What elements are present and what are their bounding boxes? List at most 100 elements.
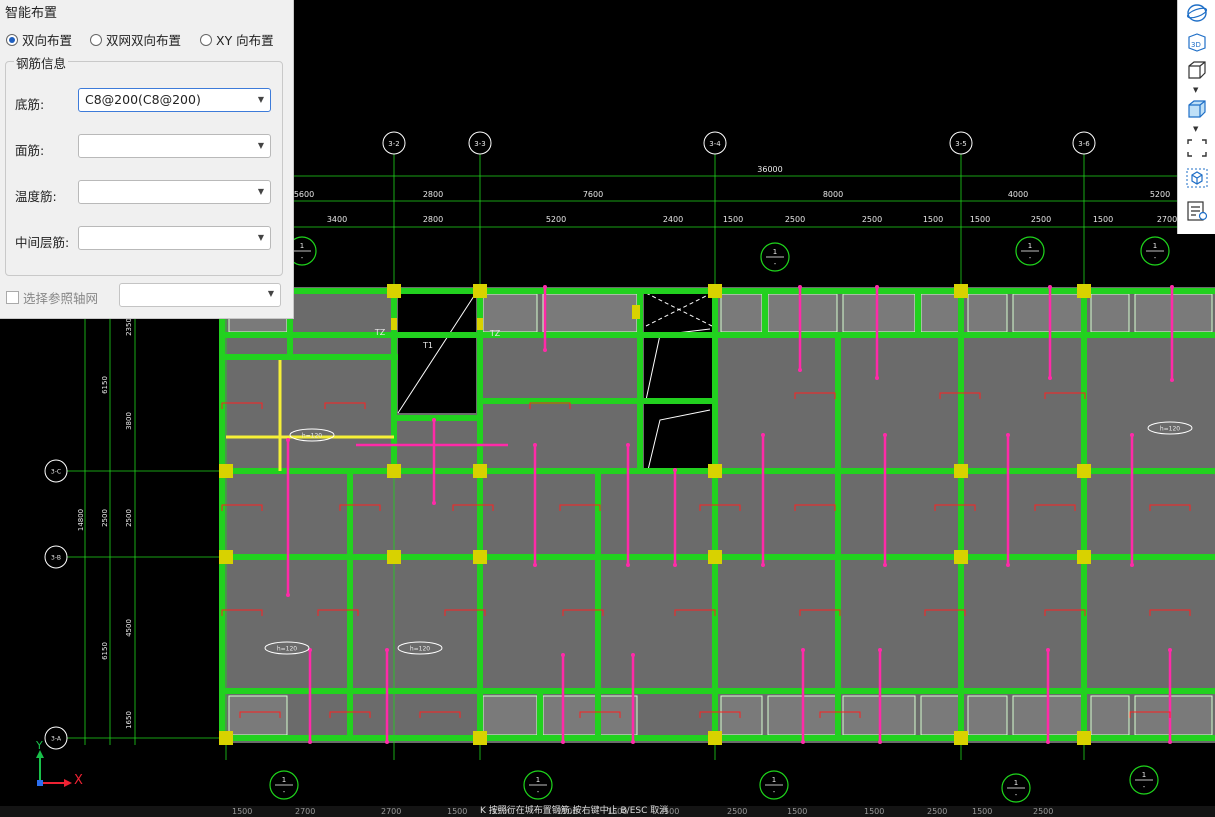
isometric-icon[interactable] [1185, 167, 1209, 189]
temp-rebar-select[interactable]: ▼ [78, 180, 271, 204]
section-mark-number: 1 [282, 776, 286, 784]
rebar-end [561, 740, 565, 744]
section-mark-number: 1 [1142, 771, 1146, 779]
bottom-dimension: 1500 [447, 807, 468, 816]
chevron-down-icon: ▼ [257, 141, 264, 150]
checkbox-box[interactable] [6, 291, 19, 304]
rebar-end [626, 443, 630, 447]
rebar-end [286, 593, 290, 597]
axis-bubble-label: 3-B [51, 555, 61, 562]
column [954, 550, 968, 564]
radio-xy[interactable]: XY 向布置 [200, 30, 274, 49]
dimension-row2: 2800 [423, 215, 443, 224]
ucs-x-arrow [64, 779, 72, 787]
rebar-end [1170, 285, 1174, 289]
hatched-slab [1090, 695, 1130, 736]
ref-grid-select[interactable]: ▼ [119, 283, 281, 307]
rebar-end [673, 563, 677, 567]
zoom-extents-icon[interactable] [1185, 137, 1209, 159]
bottom-rebar-value: C8@200(C8@200) [85, 92, 201, 107]
bottom-rebar-select[interactable]: C8@200(C8@200) ▼ [78, 88, 271, 112]
dimension-row2: 2500 [862, 215, 882, 224]
radio-bidirectional[interactable]: 双向布置 [6, 30, 72, 49]
ref-grid-checkbox[interactable]: 选择参照轴网 [6, 288, 98, 307]
3d-view-icon[interactable]: 3D [1185, 31, 1209, 53]
rebar-end [308, 740, 312, 744]
properties-icon[interactable] [1185, 200, 1209, 222]
chevron-down-icon: ▼ [257, 187, 264, 196]
column [708, 731, 722, 745]
dimension-left: 6150 [101, 642, 109, 660]
radio-dot[interactable] [90, 33, 102, 46]
orbit-icon[interactable] [1185, 2, 1209, 24]
bottom-dimension: 2500 [927, 807, 948, 816]
section-mark-number: 1 [1014, 779, 1018, 787]
axis-bubble-label: 3-4 [709, 140, 721, 148]
hatched-slab [1134, 293, 1213, 333]
chevron-down-icon[interactable]: ▼ [1193, 125, 1198, 133]
cube-shaded-icon[interactable] [1185, 98, 1209, 120]
top-rebar-select[interactable]: ▼ [78, 134, 271, 158]
dimension-row1: 8000 [823, 190, 843, 199]
rebar-end [1048, 376, 1052, 380]
bottom-dimension: 1500 [787, 807, 808, 816]
hatched-slab [720, 695, 763, 736]
slab-label: h=120 [302, 433, 322, 440]
rebar-end [286, 438, 290, 442]
column [391, 318, 397, 330]
dimension-row2: 1500 [923, 215, 943, 224]
hatched-slab [1090, 293, 1130, 333]
slab-label: h=120 [277, 646, 297, 653]
rebar-end [673, 468, 677, 472]
rebar-end [878, 648, 882, 652]
panel-title: 智能布置 [5, 6, 58, 21]
dimension-row2: 1500 [1093, 215, 1113, 224]
rebar-end [1168, 648, 1172, 652]
section-mark-number: 1 [536, 776, 540, 784]
hatched-slab [482, 695, 538, 736]
column [477, 318, 483, 330]
dimension-left: 4500 [125, 619, 133, 637]
axis-bubble-label: 3-C [51, 469, 61, 476]
radio-label: 双网双向布置 [106, 33, 182, 48]
bottom-dimension: 2700 [295, 807, 316, 816]
column [387, 550, 401, 564]
rebar-end [533, 443, 537, 447]
rebar-end [1006, 563, 1010, 567]
column [1077, 284, 1091, 298]
chevron-down-icon: ▼ [257, 95, 264, 104]
rebar-end [533, 563, 537, 567]
column [954, 731, 968, 745]
bottom-dimension: 1500 [232, 807, 253, 816]
radio-double-mesh[interactable]: 双网双向布置 [90, 30, 181, 49]
column [1077, 550, 1091, 564]
axis-bubble-label: 3-3 [474, 140, 485, 148]
rebar-end [543, 285, 547, 289]
rebar-end [761, 563, 765, 567]
rebar-end [432, 501, 436, 505]
section-mark-number: 1 [772, 776, 776, 784]
mid-rebar-select[interactable]: ▼ [78, 226, 271, 250]
hatched-slab [1134, 695, 1213, 736]
chevron-down-icon[interactable]: ▼ [1193, 86, 1198, 94]
radio-dot[interactable] [200, 33, 212, 46]
dimension-left: 6150 [101, 376, 109, 394]
column [954, 284, 968, 298]
radio-dot[interactable] [6, 33, 18, 46]
ref-grid-label: 选择参照轴网 [23, 291, 99, 306]
hatched-slab [920, 293, 963, 333]
cube-wire-icon[interactable] [1185, 59, 1209, 81]
rebar-end [798, 285, 802, 289]
section-mark-number: 1 [1153, 242, 1157, 250]
bottom-dimension: 1500 [972, 807, 993, 816]
hatched-slab [228, 695, 288, 736]
dimension-left: 1650 [125, 711, 133, 729]
rebar-end [385, 648, 389, 652]
column [473, 731, 487, 745]
rebar-end [801, 740, 805, 744]
dimension-row2: 1500 [723, 215, 743, 224]
dimension-left: 3800 [125, 412, 133, 430]
dimension-row2: 1500 [970, 215, 990, 224]
column [219, 464, 233, 478]
top-rebar-label: 面筋: [15, 143, 45, 158]
